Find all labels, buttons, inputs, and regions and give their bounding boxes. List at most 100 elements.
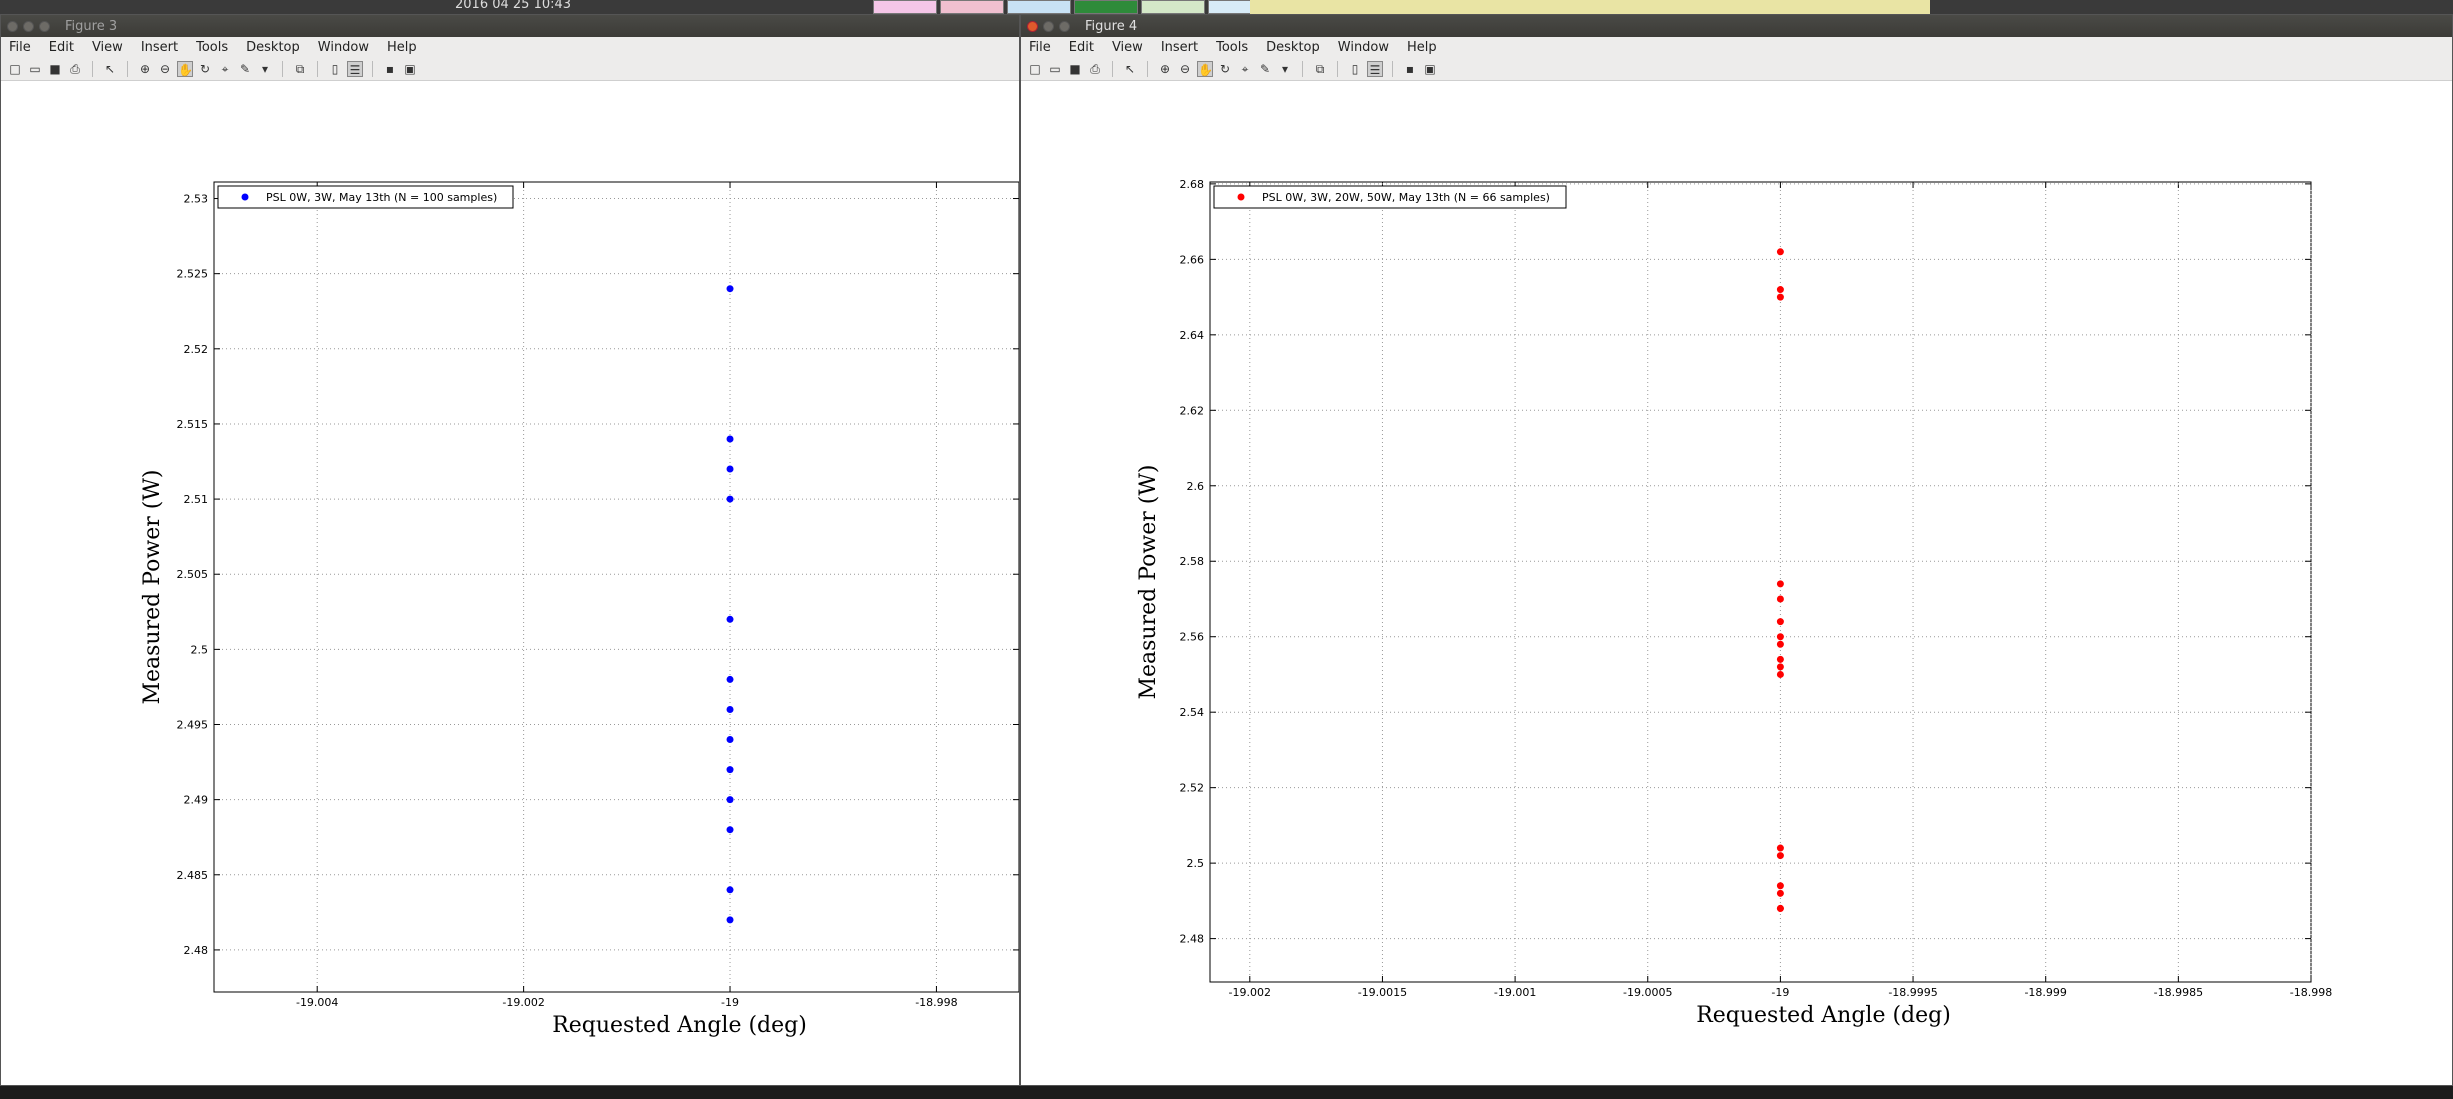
show-plot-tools-icon[interactable]: ▣ [402, 61, 418, 77]
data-point [1776, 852, 1784, 860]
legend-icon[interactable]: ☰ [1367, 60, 1383, 77]
show-plot-tools-icon[interactable]: ▣ [1422, 61, 1438, 77]
zoom-in-icon[interactable]: ⊕ [137, 61, 153, 77]
close-icon[interactable] [7, 20, 18, 32]
link-plot-icon[interactable]: ⧉ [1312, 61, 1328, 77]
x-tick-label: -18.999 [2024, 986, 2066, 999]
desktop-tab[interactable] [873, 0, 937, 14]
new-figure-icon[interactable]: □ [7, 61, 23, 77]
figure-4-chart[interactable]: -19.002 -19.0015 -19.001 -19.0005 -19 -18.999… [1021, 81, 2452, 1086]
data-point [1776, 248, 1784, 256]
minimize-icon[interactable] [1043, 20, 1054, 32]
menu-file[interactable]: File [1029, 40, 1051, 55]
maximize-icon[interactable] [1059, 20, 1070, 32]
y-tick-label: 2.64 [1180, 329, 1205, 342]
menu-help[interactable]: Help [387, 40, 417, 55]
menu-view[interactable]: View [1112, 40, 1143, 55]
hide-plot-tools-icon[interactable]: ▪ [1402, 61, 1418, 77]
edit-plot-icon[interactable]: ↖ [1122, 61, 1138, 77]
plot-area: -19.002 -19.0015 -19.001 -19.0005 -19 -18.999… [1021, 81, 2452, 1085]
window-title: Figure 3 [65, 18, 118, 34]
desktop-tab[interactable] [1074, 0, 1138, 14]
window-titlebar[interactable]: Figure 3 [1, 15, 1019, 37]
data-point [1776, 286, 1784, 294]
open-file-icon[interactable]: ▭ [1047, 61, 1063, 77]
window-titlebar[interactable]: Figure 4 [1021, 15, 2452, 37]
figure-3-chart[interactable]: -19.004 -19.002 -19 -18.998 2.48 2.485 2.49 2.4… [1, 81, 1019, 1086]
menu-insert[interactable]: Insert [1161, 40, 1198, 55]
menu-view[interactable]: View [92, 40, 123, 55]
zoom-out-icon[interactable]: ⊖ [1177, 61, 1193, 77]
close-icon[interactable] [1027, 20, 1038, 32]
menu-insert[interactable]: Insert [141, 40, 178, 55]
desktop-tab[interactable] [940, 0, 1004, 14]
data-point [1776, 655, 1784, 663]
pan-icon[interactable]: ✋ [1197, 60, 1213, 77]
data-point [1776, 670, 1784, 678]
y-tick-label: 2.5 [191, 643, 209, 656]
desktop-tab[interactable] [1007, 0, 1071, 14]
data-point [1776, 844, 1784, 852]
brush-icon[interactable]: ✎ [237, 61, 253, 77]
hide-plot-tools-icon[interactable]: ▪ [382, 61, 398, 77]
save-icon[interactable]: ■ [47, 61, 63, 77]
plot-area: -19.004 -19.002 -19 -18.998 2.48 2.485 2.49 2.4… [1, 81, 1019, 1085]
menu-window[interactable]: Window [318, 40, 369, 55]
data-point [726, 766, 734, 774]
menu-desktop[interactable]: Desktop [246, 40, 300, 55]
menu-edit[interactable]: Edit [1069, 40, 1094, 55]
data-point [726, 675, 734, 683]
brush-dropdown-icon[interactable]: ▾ [257, 61, 273, 77]
x-tick-label: -19.0005 [1623, 986, 1672, 999]
menu-edit[interactable]: Edit [49, 40, 74, 55]
new-figure-icon[interactable]: □ [1027, 61, 1043, 77]
edit-plot-icon[interactable]: ↖ [102, 61, 118, 77]
toolbar-separator [1392, 60, 1393, 77]
toolbar-separator [1147, 60, 1148, 77]
data-point [1776, 663, 1784, 671]
open-file-icon[interactable]: ▭ [27, 61, 43, 77]
colorbar-icon[interactable]: ▯ [327, 61, 343, 77]
x-tick-label: -18.9985 [2154, 986, 2203, 999]
brush-icon[interactable]: ✎ [1257, 61, 1273, 77]
toolbar: □ ▭ ■ ⎙ ↖ ⊕ ⊖ ✋ ↻ ⌖ ✎ ▾ ⧉ ▯ ☰ ▪ ▣ [1, 57, 1019, 81]
figure-4-window: Figure 4 File Edit View Insert Tools Des… [1020, 14, 2453, 1086]
data-cursor-icon[interactable]: ⌖ [217, 61, 233, 77]
link-plot-icon[interactable]: ⧉ [292, 61, 308, 77]
menu-desktop[interactable]: Desktop [1266, 40, 1320, 55]
menu-help[interactable]: Help [1407, 40, 1437, 55]
menu-tools[interactable]: Tools [196, 40, 228, 55]
menu-tools[interactable]: Tools [1216, 40, 1248, 55]
toolbar-separator [92, 60, 93, 77]
data-cursor-icon[interactable]: ⌖ [1237, 61, 1253, 77]
x-axis-label: Requested Angle (deg) [552, 1013, 807, 1038]
menu-window[interactable]: Window [1338, 40, 1389, 55]
maximize-icon[interactable] [39, 20, 50, 32]
zoom-in-icon[interactable]: ⊕ [1157, 61, 1173, 77]
menu-file[interactable]: File [9, 40, 31, 55]
data-point [726, 916, 734, 924]
rotate-3d-icon[interactable]: ↻ [1217, 61, 1233, 77]
desktop-top-strip: 2016 04 25 10:43 [0, 0, 2453, 14]
print-icon[interactable]: ⎙ [67, 61, 83, 77]
legend-entry: PSL 0W, 3W, 20W, 50W, May 13th (N = 66 s… [1262, 191, 1550, 204]
rotate-3d-icon[interactable]: ↻ [197, 61, 213, 77]
minimize-icon[interactable] [23, 20, 34, 32]
toolbar-separator [1302, 60, 1303, 77]
data-point [1776, 595, 1784, 603]
axes-box [213, 181, 1019, 993]
save-icon[interactable]: ■ [1067, 61, 1083, 77]
y-tick-label: 2.48 [1180, 933, 1205, 946]
x-tick-label: -19.004 [296, 996, 338, 1009]
desktop-tab[interactable] [1141, 0, 1205, 14]
y-tick-label: 2.515 [177, 418, 209, 431]
print-icon[interactable]: ⎙ [1087, 61, 1103, 77]
data-point [726, 495, 734, 503]
brush-dropdown-icon[interactable]: ▾ [1277, 61, 1293, 77]
colorbar-icon[interactable]: ▯ [1347, 61, 1363, 77]
pan-icon[interactable]: ✋ [177, 60, 193, 77]
zoom-out-icon[interactable]: ⊖ [157, 61, 173, 77]
data-point [726, 285, 734, 293]
y-tick-label: 2.49 [184, 794, 209, 807]
legend-icon[interactable]: ☰ [347, 60, 363, 77]
